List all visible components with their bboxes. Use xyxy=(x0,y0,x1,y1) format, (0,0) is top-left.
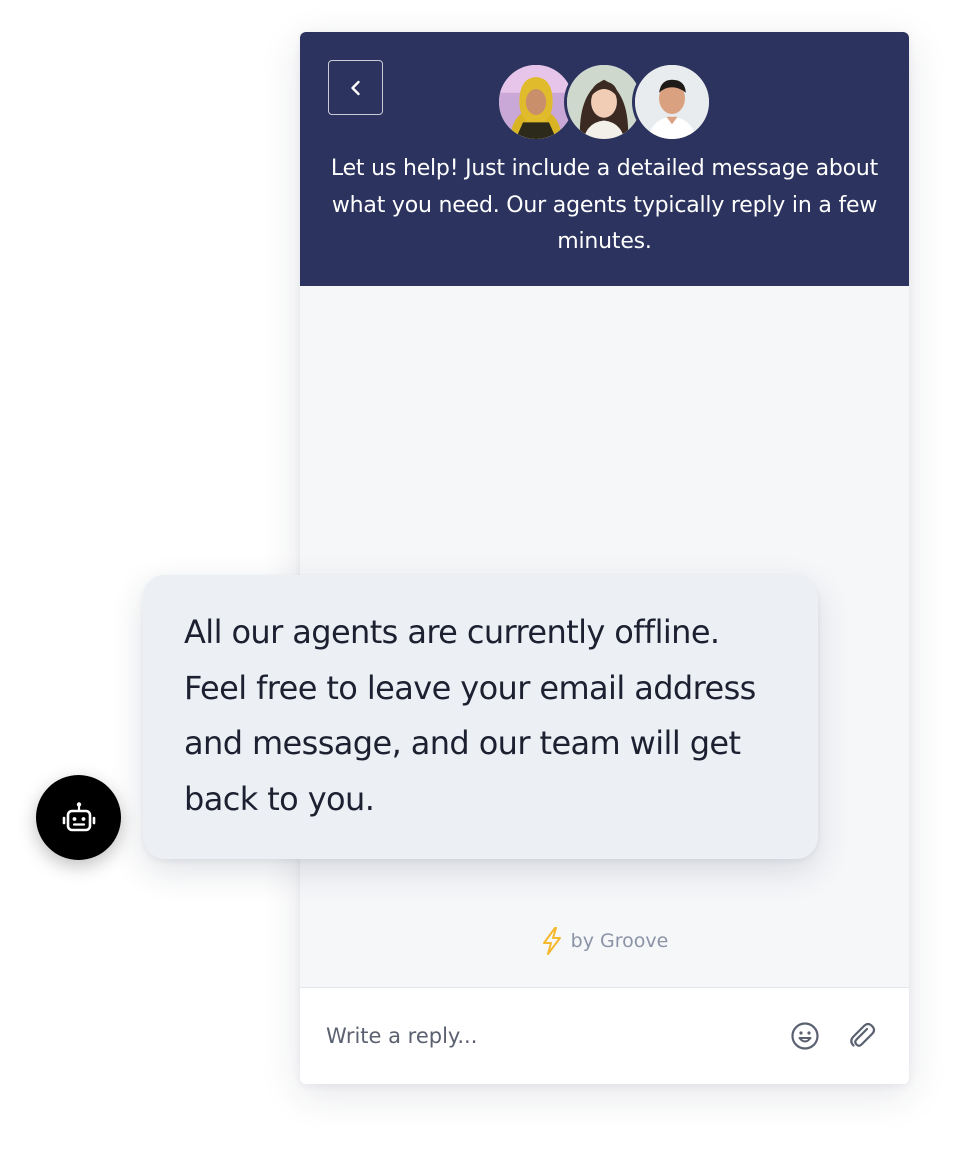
paperclip-icon[interactable] xyxy=(845,1019,879,1053)
agent-avatars xyxy=(496,62,716,142)
agent-avatar-3 xyxy=(632,62,712,142)
powered-by-groove[interactable]: by Groove xyxy=(300,926,909,956)
chat-widget: Let us help! Just include a detailed mes… xyxy=(300,32,909,1084)
offline-message-bubble: All our agents are currently offline. Fe… xyxy=(143,575,818,859)
lightning-bolt-icon xyxy=(542,927,561,955)
bot-launcher-button[interactable] xyxy=(36,775,121,860)
header-message: Let us help! Just include a detailed mes… xyxy=(330,156,879,254)
chevron-left-icon xyxy=(350,80,360,95)
reply-input[interactable] xyxy=(326,1014,766,1058)
chat-header: Let us help! Just include a detailed mes… xyxy=(300,32,909,286)
offline-message-text: All our agents are currently offline. Fe… xyxy=(184,613,756,818)
back-button[interactable] xyxy=(328,60,383,115)
robot-icon xyxy=(62,801,95,831)
reply-composer xyxy=(300,987,909,1084)
powered-by-label: by Groove xyxy=(570,930,669,952)
emoji-icon[interactable] xyxy=(789,1020,821,1052)
